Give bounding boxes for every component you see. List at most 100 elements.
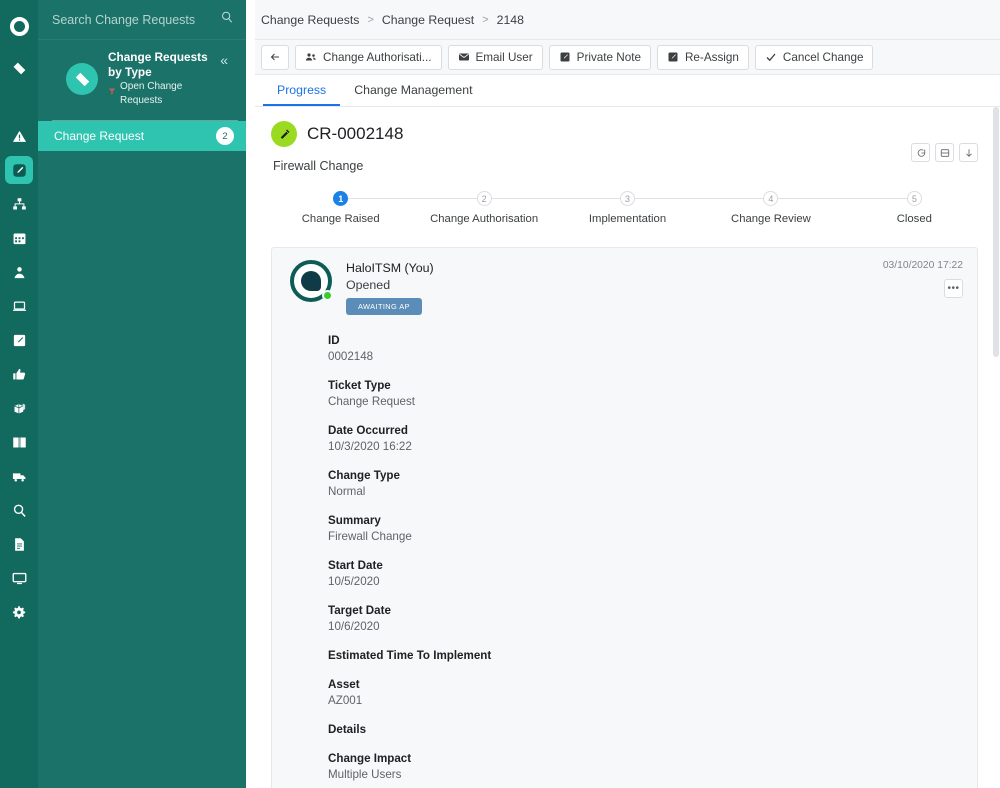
- toolbar-button-label: Cancel Change: [783, 51, 864, 64]
- nav-row-0[interactable]: Change Request 2: [38, 121, 246, 151]
- toolbar-button-re-assign[interactable]: Re-Assign: [657, 45, 749, 70]
- field-label: Asset: [328, 677, 963, 693]
- tab-progress[interactable]: Progress: [263, 75, 340, 106]
- note-icon: [559, 51, 571, 63]
- ticket-field-list: ID0002148 Ticket TypeChange Request Date O…: [272, 325, 977, 788]
- note-icon: [667, 51, 679, 63]
- nav-header-filter-label: Open Change Requests: [120, 80, 210, 108]
- ticket-field: Target Date10/6/2020: [328, 603, 963, 635]
- ticket-scroll-area[interactable]: CR-0002148 Firewall Change 1 Change Raise…: [255, 107, 1000, 788]
- search-input[interactable]: [52, 13, 220, 27]
- ticket-field: ID0002148: [328, 333, 963, 365]
- nav-row-count: 2: [216, 127, 234, 145]
- stepper-step-2[interactable]: 2 Change Authorisation: [412, 191, 555, 225]
- cart-icon[interactable]: [5, 88, 33, 116]
- breadcrumb-item-0[interactable]: Change Requests: [261, 13, 359, 27]
- field-label: Ticket Type: [328, 378, 963, 394]
- projects-box-icon[interactable]: [5, 394, 33, 422]
- halo-logo-icon[interactable]: [0, 8, 38, 44]
- change-bolt-icon: [271, 121, 297, 147]
- field-label: Start Date: [328, 558, 963, 574]
- ticket-field: Change TypeNormal: [328, 468, 963, 500]
- breadcrumb-item-2[interactable]: 2148: [497, 13, 524, 27]
- dashboard-monitor-icon[interactable]: [5, 564, 33, 592]
- search-icon[interactable]: [5, 496, 33, 524]
- toolbar-button-change-authorisati[interactable]: Change Authorisati...: [295, 45, 442, 70]
- search-icon[interactable]: [220, 10, 234, 29]
- field-value: Firewall Change: [328, 529, 963, 545]
- approvals-thumb-icon[interactable]: [5, 360, 33, 388]
- toolbar-button-label: Private Note: [577, 51, 641, 64]
- tickets-icon[interactable]: [5, 54, 33, 82]
- field-value: Change Request: [328, 394, 963, 410]
- vertical-scrollbar[interactable]: [993, 107, 999, 788]
- toolbar-button-email-user[interactable]: Email User: [448, 45, 543, 70]
- assets-laptop-icon[interactable]: [5, 292, 33, 320]
- note-card-icon[interactable]: [935, 143, 954, 162]
- incidents-warning-icon[interactable]: [5, 122, 33, 150]
- activity-author: HaloITSM (You): [346, 260, 434, 277]
- breadcrumb-separator: >: [367, 14, 373, 26]
- settings-gear-icon[interactable]: [5, 598, 33, 626]
- ellipsis-icon[interactable]: •••: [944, 279, 963, 298]
- stepper-dot: 4: [763, 191, 778, 206]
- toolbar-button-cancel-change[interactable]: Cancel Change: [755, 45, 874, 70]
- stepper-label: Implementation: [589, 213, 666, 225]
- filter-icon: [108, 87, 116, 101]
- stepper-step-1[interactable]: 1 Change Raised: [269, 191, 412, 225]
- activity-timestamp: 03/10/2020 17:22: [883, 260, 963, 271]
- field-value: 0002148: [328, 349, 963, 365]
- knowledge-base-icon[interactable]: [5, 428, 33, 456]
- stepper-label: Change Raised: [302, 213, 380, 225]
- activity-header: HaloITSM (You) Opened AWAITING AP 03/10/…: [272, 248, 977, 325]
- field-value: 10/3/2020 16:22: [328, 439, 963, 455]
- status-badge: AWAITING AP: [346, 298, 422, 315]
- ticket-field: Change ImpactMultiple Users: [328, 751, 963, 783]
- stepper-dot: 3: [620, 191, 635, 206]
- stepper-step-5[interactable]: 5Closed: [843, 191, 986, 225]
- chevron-double-left-icon[interactable]: «: [220, 50, 228, 68]
- icon-rail: [0, 0, 38, 788]
- ticket-field: Start Date10/5/2020: [328, 558, 963, 590]
- org-chart-icon[interactable]: [5, 190, 33, 218]
- calendar-icon[interactable]: [5, 224, 33, 252]
- stepper-dot: 1: [333, 191, 348, 206]
- action-toolbar: Change Authorisati... Email User Private N…: [255, 40, 1000, 75]
- field-label: Details: [328, 722, 963, 738]
- stepper-label: Change Authorisation: [430, 213, 538, 225]
- toolbar-button-label: Change Authorisati...: [323, 51, 432, 64]
- stepper-label: Change Review: [731, 213, 811, 225]
- ticket-header: CR-0002148 Firewall Change: [255, 107, 1000, 173]
- nav-row-label: Change Request: [54, 129, 144, 143]
- field-value: Multiple Users: [328, 767, 963, 783]
- stepper-step-3[interactable]: 3 Implementation: [556, 191, 699, 225]
- change-requests-icon[interactable]: [5, 156, 33, 184]
- search-bar[interactable]: [38, 0, 246, 40]
- users-icon[interactable]: [5, 258, 33, 286]
- breadcrumb-separator: >: [482, 14, 488, 26]
- arrow-left-icon: [269, 51, 281, 63]
- tab-bar: Progress Change Management: [255, 75, 1000, 107]
- toolbar-button-private-note[interactable]: Private Note: [549, 45, 651, 70]
- ticket-field: Date Occurred10/3/2020 16:22: [328, 423, 963, 455]
- reports-document-icon[interactable]: [5, 530, 33, 558]
- ticket-field: Estimated Time To Implement: [328, 648, 963, 664]
- ticket-field: AssetAZ001: [328, 677, 963, 709]
- notes-edit-icon[interactable]: [5, 326, 33, 354]
- field-label: Date Occurred: [328, 423, 963, 439]
- comment-icon[interactable]: [911, 143, 930, 162]
- envelope-icon: [458, 51, 470, 63]
- stepper-label: Closed: [897, 213, 932, 225]
- nav-header: Change Requests by Type Open Change Requ…: [52, 40, 238, 121]
- stepper-step-4[interactable]: 4 Change Review: [699, 191, 842, 225]
- nav-header-filter: Open Change Requests: [108, 80, 210, 108]
- breadcrumb-item-1[interactable]: Change Request: [382, 13, 474, 27]
- suppliers-truck-icon[interactable]: [5, 462, 33, 490]
- field-label: ID: [328, 333, 963, 349]
- tab-change-management[interactable]: Change Management: [340, 75, 486, 106]
- check-icon: [765, 51, 777, 63]
- back-button[interactable]: [261, 45, 289, 70]
- ticket-summary: Firewall Change: [273, 159, 982, 173]
- download-arrow-icon[interactable]: [959, 143, 978, 162]
- stepper-dot: 2: [477, 191, 492, 206]
